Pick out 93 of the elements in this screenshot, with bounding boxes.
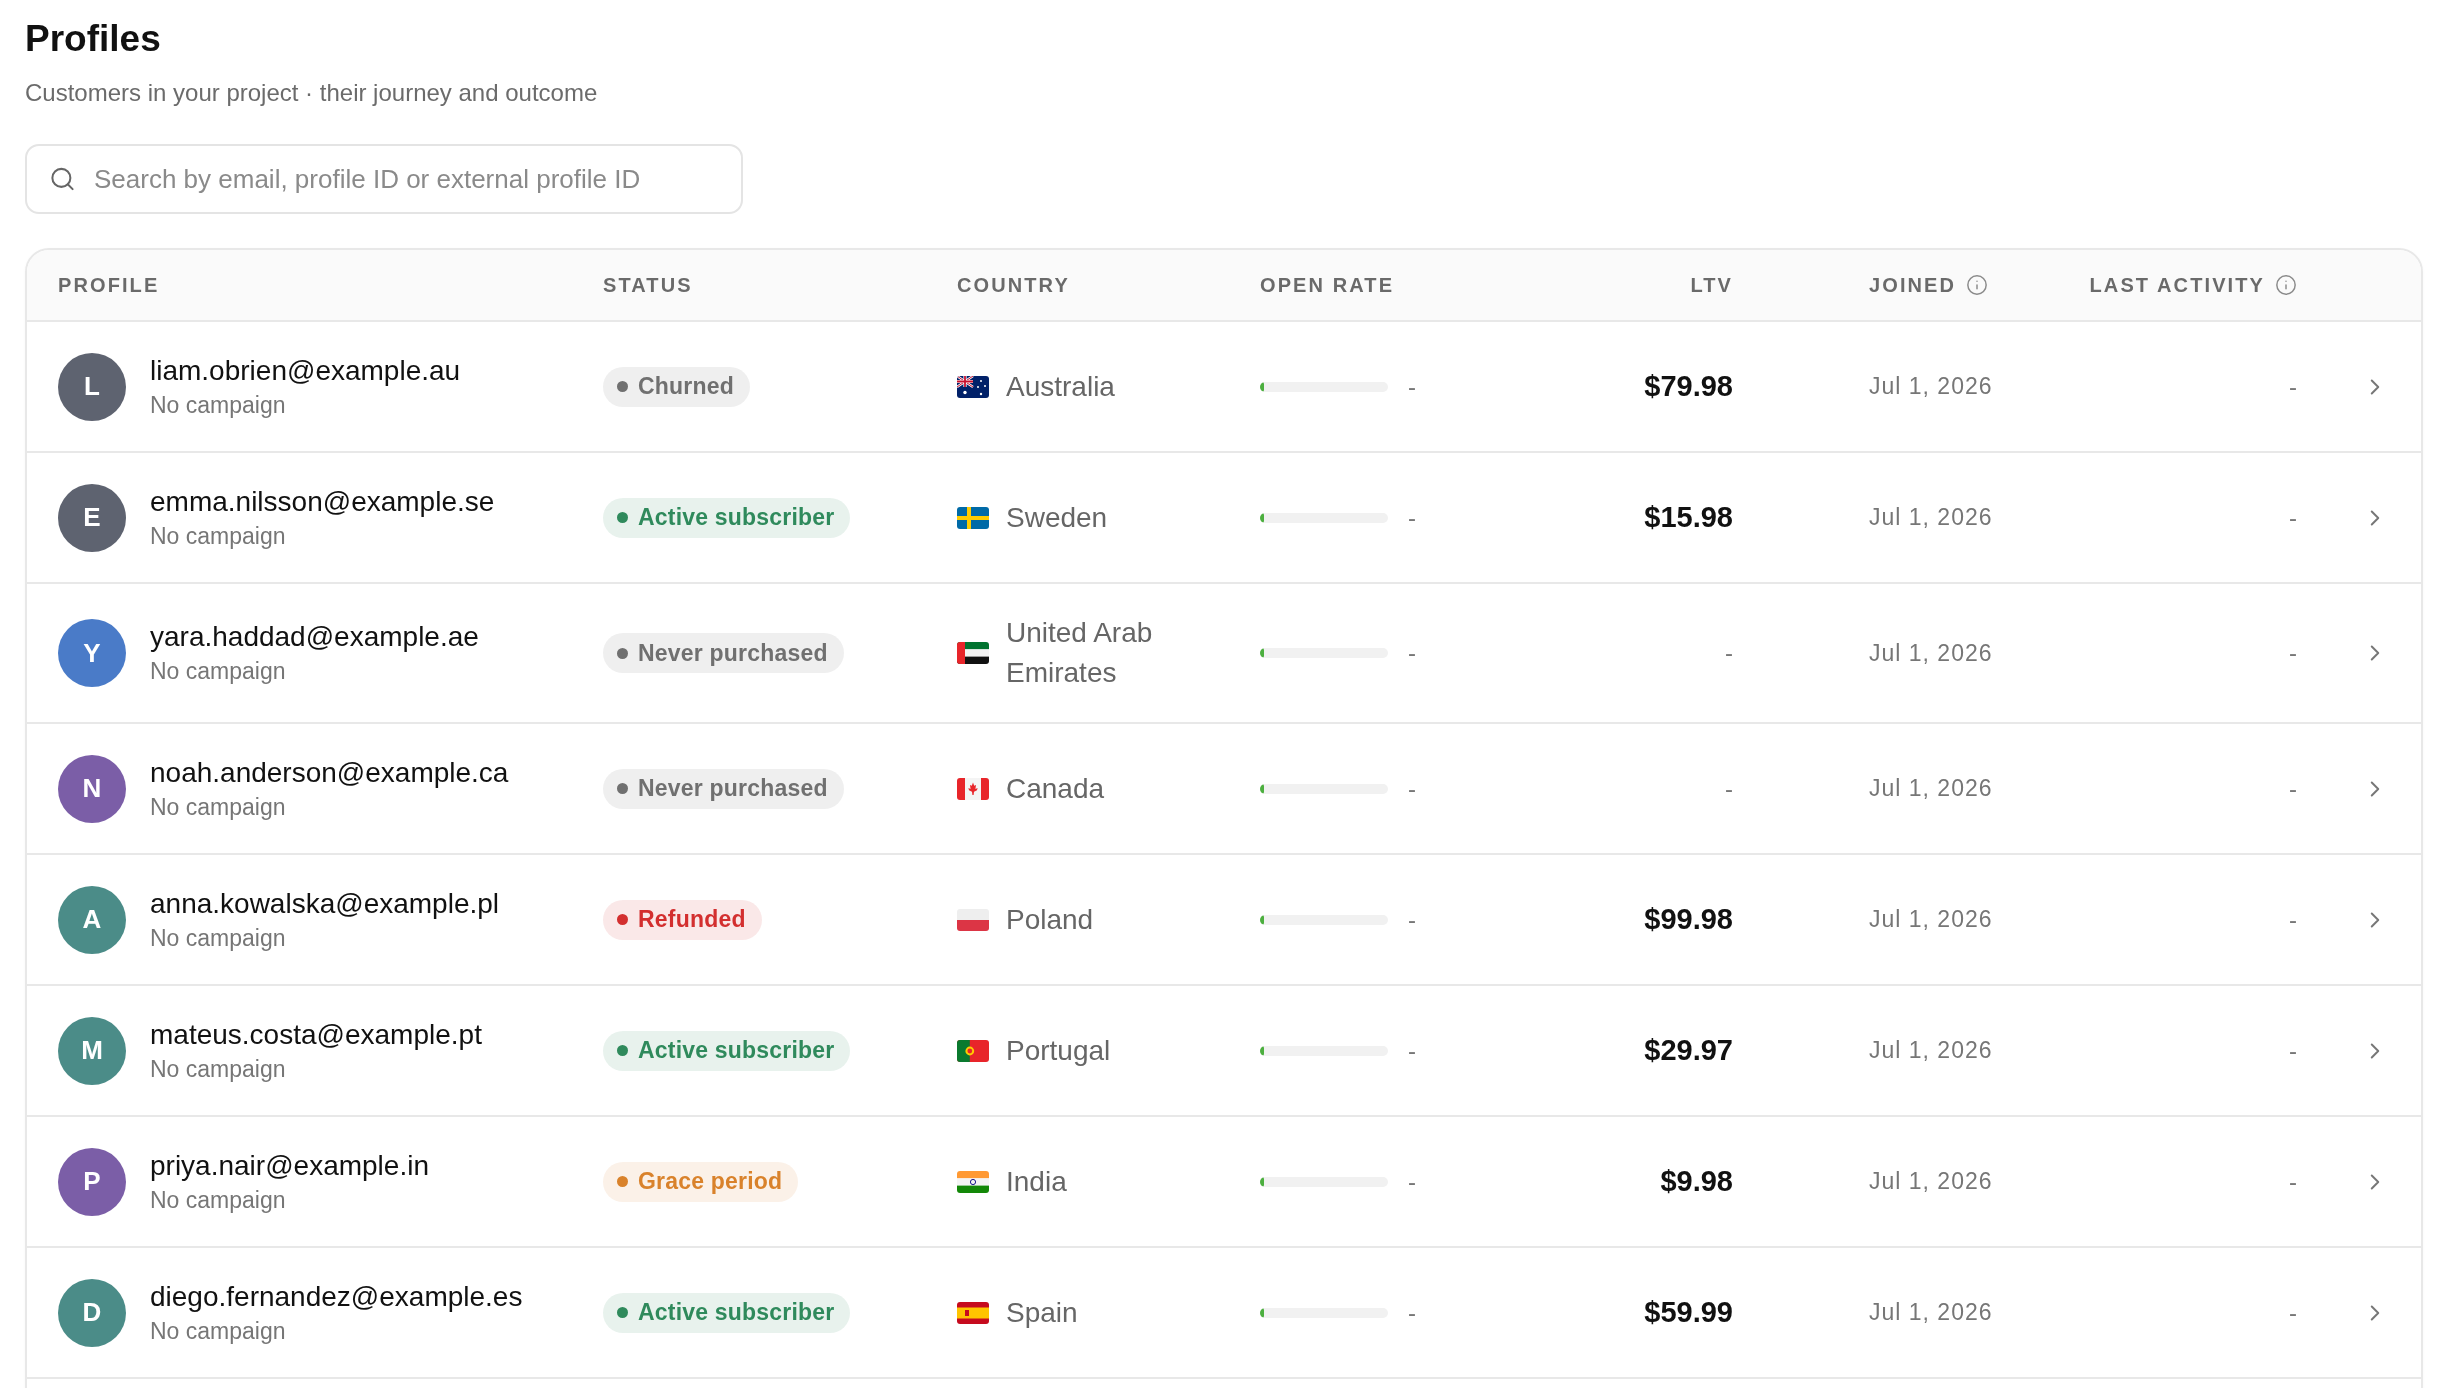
- info-icon[interactable]: [2275, 274, 2297, 296]
- flag-icon: [957, 777, 989, 800]
- ltv-value: $79.98: [1644, 370, 1733, 403]
- column-header: LAST ACTIVITY: [2089, 273, 2265, 297]
- status-label: Never purchased: [638, 775, 828, 802]
- open-rate-reading: -: [1408, 1298, 1416, 1327]
- avatar: E: [58, 483, 126, 552]
- status-label: Never purchased: [638, 639, 828, 667]
- column-header: JOINED: [1869, 273, 1957, 297]
- column-header: LTV: [1690, 273, 1733, 297]
- flag-icon: [957, 1039, 989, 1062]
- status-label: Active subscriber: [638, 504, 835, 531]
- search-field[interactable]: Search by email, profile ID or external profile ID: [25, 144, 743, 214]
- country-name: United Arab Emirates: [1006, 616, 1154, 690]
- page-subtitle: Customers in your project · their journey and outcome: [25, 78, 598, 108]
- profile-email: yara.haddad@example.ae: [150, 620, 479, 654]
- country-name: Australia: [1006, 369, 1115, 404]
- flag-icon: [957, 908, 989, 931]
- status-label: Grace period: [638, 1168, 783, 1195]
- flag-icon: [957, 1301, 989, 1324]
- profile-email: noah.anderson@example.ca: [150, 755, 509, 790]
- status-label: Active subscriber: [638, 1037, 835, 1064]
- ltv-value: $29.97: [1644, 1034, 1733, 1067]
- status-label: Active subscriber: [638, 1299, 835, 1326]
- profile-campaign: No campaign: [150, 792, 286, 822]
- open-rate-reading: -: [1408, 639, 1416, 667]
- column-header: PROFILE: [58, 273, 160, 297]
- profile-email: anna.kowalska@example.pl: [150, 886, 500, 921]
- column-header: STATUS: [603, 273, 693, 297]
- profile-campaign: No campaign: [150, 1316, 286, 1346]
- ltv-value: -: [1725, 774, 1733, 803]
- country-name: Portugal: [1006, 1033, 1111, 1068]
- joined-date: Jul 1, 2026: [1869, 639, 1993, 667]
- avatar: N: [58, 754, 126, 823]
- country-name: Canada: [1006, 771, 1105, 806]
- profile-email: diego.fernandez@example.es: [150, 1279, 523, 1314]
- ltv-value: $9.98: [1660, 1165, 1733, 1198]
- flag-icon: [957, 506, 989, 529]
- joined-date: Jul 1, 2026: [1869, 1168, 1993, 1195]
- last-activity: -: [2289, 503, 2297, 532]
- avatar: M: [58, 1016, 126, 1085]
- country-name: Spain: [1006, 1295, 1078, 1330]
- open-rate-reading: -: [1408, 372, 1416, 401]
- joined-date: Jul 1, 2026: [1869, 1037, 1993, 1064]
- profile-campaign: No campaign: [150, 521, 286, 551]
- avatar: P: [58, 1147, 126, 1216]
- ltv-value: $15.98: [1644, 501, 1733, 534]
- status-label: Refunded: [638, 906, 746, 933]
- country-name: Sweden: [1006, 500, 1108, 535]
- avatar: A: [58, 885, 126, 954]
- flag-icon: [957, 375, 989, 398]
- profile-campaign: No campaign: [150, 657, 286, 686]
- open-rate-reading: -: [1408, 1036, 1416, 1065]
- last-activity: -: [2289, 1298, 2297, 1327]
- open-rate-reading: -: [1408, 503, 1416, 532]
- last-activity: -: [2289, 905, 2297, 934]
- open-rate-reading: -: [1408, 1167, 1416, 1196]
- profile-campaign: No campaign: [150, 923, 286, 953]
- flag-icon: [957, 642, 989, 664]
- profile-campaign: No campaign: [150, 1054, 286, 1084]
- flag-icon: [957, 1170, 989, 1193]
- profile-email: mateus.costa@example.pt: [150, 1017, 482, 1052]
- profile-email: liam.obrien@example.au: [150, 353, 461, 388]
- joined-date: Jul 1, 2026: [1869, 504, 1993, 531]
- joined-date: Jul 1, 2026: [1869, 373, 1993, 400]
- ltv-value: -: [1725, 639, 1733, 667]
- joined-date: Jul 1, 2026: [1869, 775, 1993, 802]
- last-activity: -: [2289, 1167, 2297, 1196]
- column-header: OPEN RATE: [1260, 273, 1395, 297]
- profile-campaign: No campaign: [150, 390, 286, 420]
- ltv-value: $59.99: [1644, 1296, 1733, 1329]
- status-label: Churned: [638, 373, 734, 400]
- open-rate-reading: -: [1408, 774, 1416, 803]
- last-activity: -: [2289, 639, 2297, 667]
- avatar: L: [58, 352, 126, 421]
- profile-email: priya.nair@example.in: [150, 1148, 429, 1183]
- page-title: Profiles: [25, 17, 161, 61]
- open-rate-reading: -: [1408, 905, 1416, 934]
- profile-email: emma.nilsson@example.se: [150, 484, 495, 519]
- joined-date: Jul 1, 2026: [1869, 906, 1993, 933]
- country-name: Poland: [1006, 902, 1094, 937]
- search-icon: [49, 165, 76, 193]
- avatar: Y: [58, 619, 126, 687]
- info-icon[interactable]: [1966, 274, 1989, 296]
- last-activity: -: [2289, 774, 2297, 803]
- avatar: D: [58, 1278, 126, 1347]
- country-name: India: [1006, 1164, 1067, 1199]
- profile-campaign: No campaign: [150, 1185, 286, 1215]
- column-header: COUNTRY: [957, 273, 1070, 297]
- ltv-value: $99.98: [1644, 903, 1733, 936]
- last-activity: -: [2289, 372, 2297, 401]
- joined-date: Jul 1, 2026: [1869, 1299, 1993, 1326]
- last-activity: -: [2289, 1036, 2297, 1065]
